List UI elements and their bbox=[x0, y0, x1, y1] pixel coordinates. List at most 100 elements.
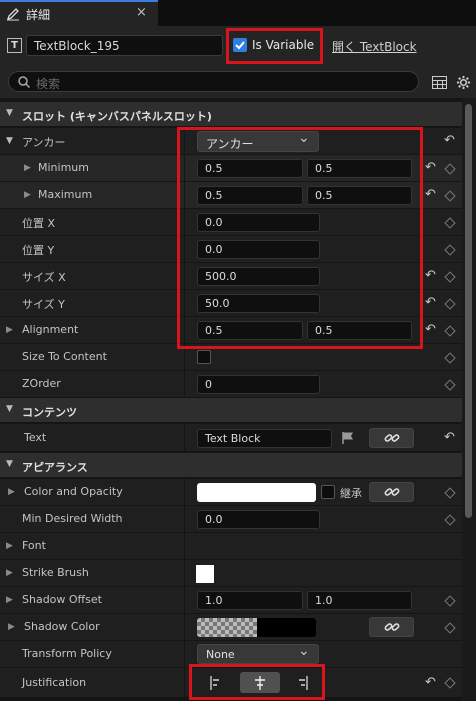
reset-icon[interactable]: ↶ bbox=[425, 322, 436, 337]
position-x-field[interactable]: 0.0 bbox=[197, 213, 320, 232]
anchor-dropdown[interactable]: アンカー ⌄ bbox=[197, 130, 319, 152]
text-value: Text Block bbox=[205, 432, 261, 445]
binding-button[interactable] bbox=[369, 617, 414, 637]
text-field[interactable]: Text Block bbox=[197, 429, 332, 448]
zorder-field[interactable]: 0 bbox=[197, 375, 320, 394]
shadow-offset-y-field[interactable]: 1.0 bbox=[307, 591, 412, 610]
flag-icon[interactable] bbox=[341, 431, 355, 445]
expand-arrow-icon[interactable]: ▶ bbox=[24, 163, 31, 173]
link-icon bbox=[384, 623, 400, 631]
reset-icon[interactable]: ↶ bbox=[444, 430, 455, 445]
min-desired-width-field[interactable]: 0.0 bbox=[197, 510, 320, 529]
tab-details[interactable]: 詳細 × bbox=[0, 0, 158, 26]
link-icon bbox=[384, 434, 400, 442]
property-matrix-icon[interactable] bbox=[432, 76, 447, 89]
is-variable-label[interactable]: Is Variable bbox=[252, 38, 314, 52]
shadow-offset-x-field[interactable]: 1.0 bbox=[197, 591, 303, 610]
size-y-value: 50.0 bbox=[205, 297, 230, 310]
strike-brush-swatch[interactable] bbox=[196, 565, 214, 583]
scrollbar-thumb[interactable] bbox=[465, 104, 472, 518]
expand-arrow-icon[interactable]: ▶ bbox=[6, 595, 13, 605]
collapse-arrow-icon[interactable]: ▼ bbox=[6, 459, 13, 469]
keyframe-diamond-icon[interactable] bbox=[444, 163, 456, 175]
search-input[interactable]: 検索 bbox=[8, 71, 419, 92]
category-content[interactable]: ▼ コンテンツ bbox=[0, 398, 462, 423]
row-zorder: ZOrder 0 bbox=[0, 371, 462, 398]
maximum-y-field[interactable]: 0.5 bbox=[307, 186, 412, 205]
collapse-arrow-icon[interactable]: ▼ bbox=[6, 136, 13, 146]
justify-left-button[interactable] bbox=[198, 672, 234, 693]
inherit-checkbox[interactable] bbox=[321, 485, 335, 499]
row-min-desired-width: Min Desired Width 0.0 bbox=[0, 506, 462, 533]
inherit-label: 継承 bbox=[340, 487, 362, 500]
open-textblock-link[interactable]: 開く TextBlock bbox=[332, 38, 417, 55]
minimum-x-field[interactable]: 0.5 bbox=[197, 159, 303, 178]
alignment-y-field[interactable]: 0.5 bbox=[307, 321, 412, 340]
is-variable-checkbox[interactable] bbox=[233, 38, 247, 52]
minimum-y-field[interactable]: 0.5 bbox=[307, 159, 412, 178]
color-swatch-white[interactable] bbox=[197, 483, 316, 502]
align-right-icon bbox=[299, 676, 308, 690]
expand-arrow-icon[interactable]: ▶ bbox=[8, 622, 15, 632]
size-y-field[interactable]: 50.0 bbox=[197, 294, 320, 313]
shadow-color-swatch[interactable] bbox=[197, 618, 316, 637]
keyframe-diamond-icon[interactable] bbox=[444, 271, 456, 283]
row-size-y: サイズ Y 50.0 ↶ bbox=[0, 290, 462, 317]
expand-arrow-icon[interactable]: ▶ bbox=[6, 568, 13, 578]
reset-icon[interactable]: ↶ bbox=[425, 295, 436, 310]
position-y-field[interactable]: 0.0 bbox=[197, 240, 320, 259]
expand-arrow-icon[interactable]: ▶ bbox=[8, 487, 15, 497]
checkmark-icon bbox=[235, 41, 245, 50]
color-opacity-label: Color and Opacity bbox=[24, 485, 123, 498]
close-icon[interactable]: × bbox=[136, 5, 147, 20]
row-color-opacity: ▶ Color and Opacity 継承 bbox=[0, 479, 462, 506]
collapse-arrow-icon[interactable]: ▼ bbox=[6, 404, 13, 414]
keyframe-diamond-icon[interactable] bbox=[444, 352, 456, 364]
keyframe-diamond-icon[interactable] bbox=[444, 379, 456, 391]
size-x-field[interactable]: 500.0 bbox=[197, 267, 320, 286]
binding-button[interactable] bbox=[369, 428, 414, 448]
binding-button[interactable] bbox=[369, 482, 414, 502]
zorder-label: ZOrder bbox=[22, 377, 61, 390]
keyframe-diamond-icon[interactable] bbox=[444, 514, 456, 526]
maximum-x-field[interactable]: 0.5 bbox=[197, 186, 303, 205]
gear-icon[interactable] bbox=[456, 75, 471, 90]
transform-policy-value: None bbox=[206, 648, 235, 661]
reset-icon[interactable]: ↶ bbox=[425, 268, 436, 283]
expand-arrow-icon[interactable]: ▶ bbox=[24, 190, 31, 200]
justify-center-button[interactable] bbox=[240, 672, 280, 693]
keyframe-diamond-icon[interactable] bbox=[444, 325, 456, 337]
reset-icon[interactable]: ↶ bbox=[444, 133, 455, 148]
row-alignment: ▶ Alignment 0.5 0.5 ↶ bbox=[0, 317, 462, 344]
shadow-offset-x-value: 1.0 bbox=[205, 594, 223, 607]
row-font: ▶ Font bbox=[0, 533, 462, 560]
keyframe-diamond-icon[interactable] bbox=[444, 677, 456, 689]
anchor-label: アンカー bbox=[22, 136, 66, 149]
keyframe-diamond-icon[interactable] bbox=[444, 298, 456, 310]
justify-right-button[interactable] bbox=[284, 672, 320, 693]
transform-policy-dropdown[interactable]: None ⌄ bbox=[197, 643, 319, 664]
keyframe-diamond-icon[interactable] bbox=[444, 622, 456, 634]
expand-arrow-icon[interactable]: ▶ bbox=[6, 541, 13, 551]
size-to-content-label: Size To Content bbox=[22, 350, 107, 363]
shadow-offset-label: Shadow Offset bbox=[22, 593, 102, 606]
keyframe-diamond-icon[interactable] bbox=[444, 190, 456, 202]
category-appearance[interactable]: ▼ アピアランス bbox=[0, 453, 462, 478]
reset-icon[interactable]: ↶ bbox=[425, 187, 436, 202]
alignment-x-field[interactable]: 0.5 bbox=[197, 321, 303, 340]
size-to-content-checkbox[interactable] bbox=[197, 350, 211, 364]
category-slot-title: スロット (キャンバスパネルスロット) bbox=[22, 110, 212, 123]
minimum-x-value: 0.5 bbox=[205, 162, 223, 175]
widget-name-field[interactable]: TextBlock_195 bbox=[26, 35, 223, 56]
keyframe-diamond-icon[interactable] bbox=[444, 244, 456, 256]
category-slot[interactable]: ▼ スロット (キャンバスパネルスロット) bbox=[0, 102, 462, 127]
row-minimum: ▶ Minimum 0.5 0.5 ↶ bbox=[0, 155, 462, 182]
collapse-arrow-icon[interactable]: ▼ bbox=[6, 108, 13, 118]
strike-brush-label: Strike Brush bbox=[22, 566, 89, 579]
keyframe-diamond-icon[interactable] bbox=[444, 595, 456, 607]
keyframe-diamond-icon[interactable] bbox=[444, 217, 456, 229]
expand-arrow-icon[interactable]: ▶ bbox=[6, 325, 13, 335]
reset-icon[interactable]: ↶ bbox=[425, 675, 436, 690]
keyframe-diamond-icon[interactable] bbox=[444, 487, 456, 499]
reset-icon[interactable]: ↶ bbox=[425, 160, 436, 175]
